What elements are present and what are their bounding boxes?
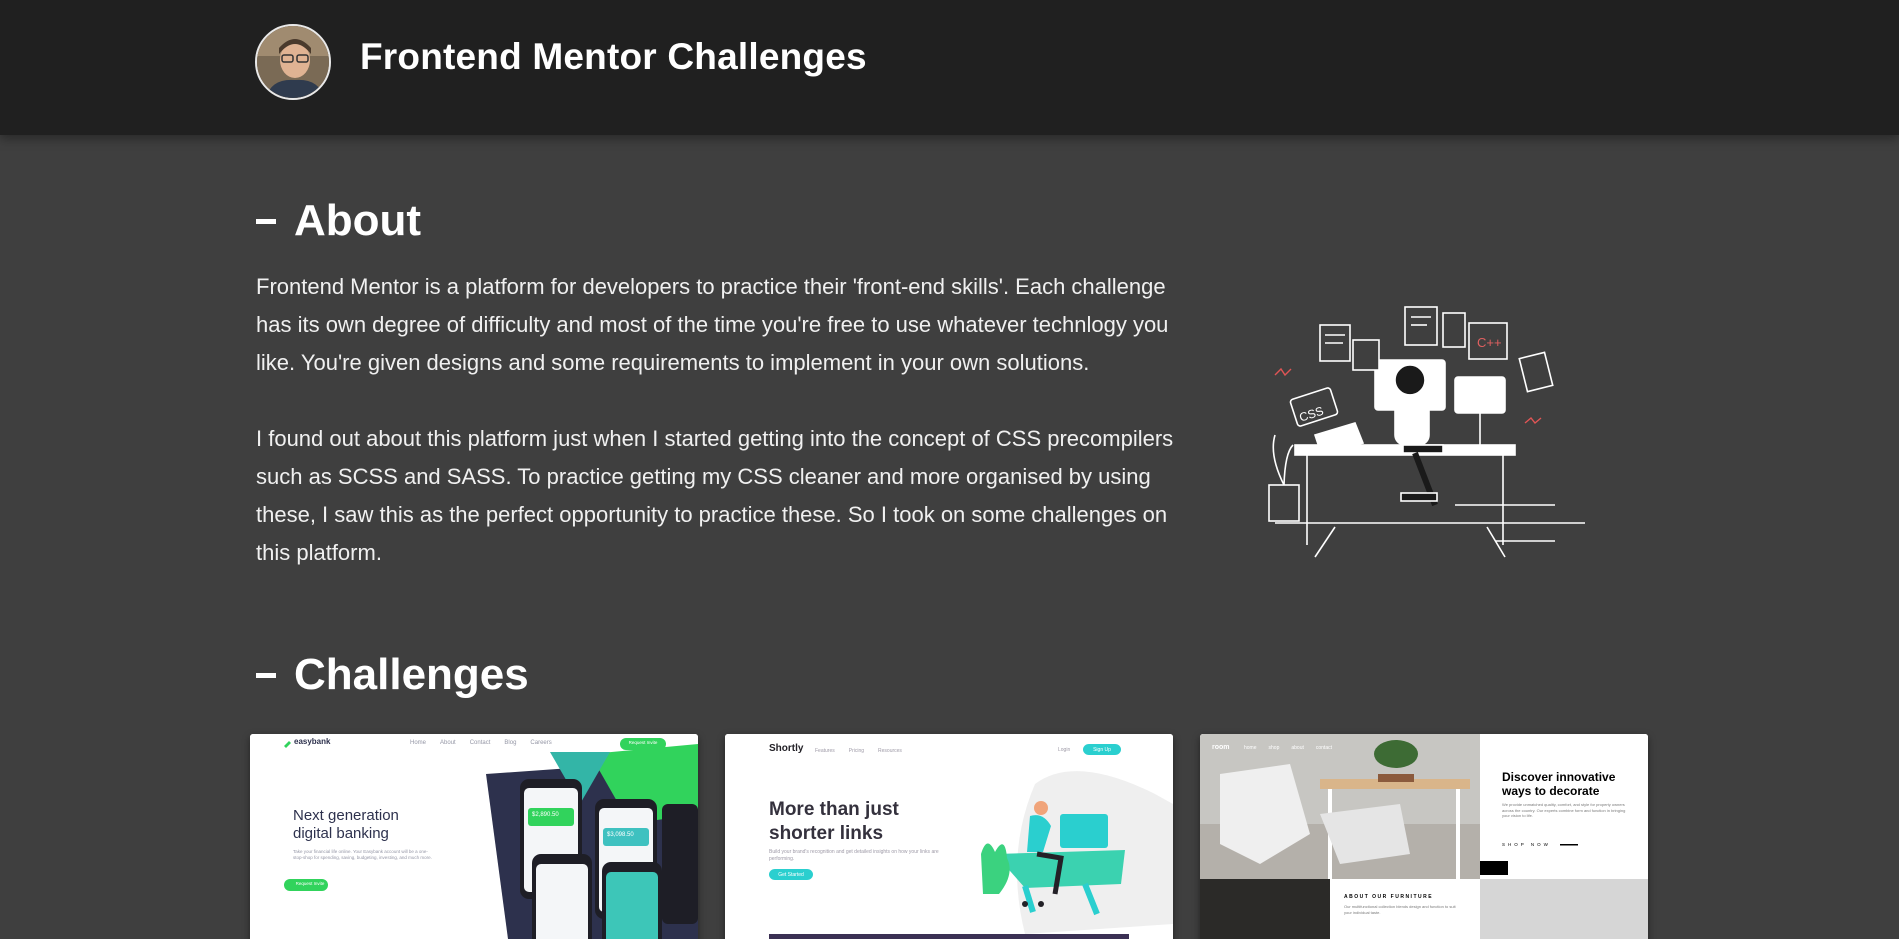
profile-photo-icon bbox=[257, 26, 329, 98]
laptop-label: CSS bbox=[1298, 404, 1326, 425]
about-paragraph-1: Frontend Mentor is a platform for develo… bbox=[256, 274, 1169, 375]
shortly-brand: Shortly bbox=[769, 743, 804, 754]
sheet-label: C++ bbox=[1477, 335, 1502, 350]
shortly-signup-button[interactable]: Sign Up bbox=[1083, 747, 1121, 753]
challenge-card-shortly[interactable]: Shortly Features Pricing Resources Login… bbox=[725, 734, 1173, 939]
easybank-request-button[interactable]: Request Invite bbox=[290, 881, 330, 886]
room-section-body: Our multifunctional collection blends de… bbox=[1344, 904, 1456, 915]
easybank-brand: easybank bbox=[294, 737, 331, 746]
room-nav-item[interactable]: home bbox=[1244, 745, 1257, 751]
easybank-headline-line2: digital banking bbox=[293, 825, 389, 842]
developer-illustration: CSS C++ bbox=[1268, 306, 1585, 558]
challenge-cards: easybank Home About Contact Blog Careers… bbox=[250, 734, 1650, 939]
about-paragraph-2: I found out about this platform just whe… bbox=[256, 426, 1174, 565]
room-nav-item[interactable]: shop bbox=[1269, 745, 1280, 751]
shortly-nav-item[interactable]: Resources bbox=[878, 748, 902, 754]
easybank-nav-item[interactable]: Careers bbox=[530, 740, 551, 746]
challenges-heading: Challenges bbox=[256, 650, 529, 700]
room-nav-item[interactable]: contact bbox=[1316, 745, 1332, 751]
room-shop-now-link[interactable]: SHOP NOW bbox=[1502, 842, 1551, 847]
room-headline: Discover innovative ways to decorate bbox=[1502, 770, 1615, 798]
shortly-headline-line1: More than just bbox=[769, 799, 899, 820]
easybank-amount-2: $3,098.50 bbox=[607, 832, 634, 838]
shortly-get-started-button[interactable]: Get Started bbox=[769, 872, 813, 878]
shortly-headline: More than just shorter links bbox=[769, 798, 899, 846]
heading-dash bbox=[256, 672, 276, 678]
easybank-nav-item[interactable]: About bbox=[440, 740, 456, 746]
top-bar: Frontend Mentor Challenges bbox=[0, 0, 1899, 135]
shortly-body: Build your brand's recognition and get d… bbox=[769, 849, 939, 862]
room-headline-line2: ways to decorate bbox=[1502, 784, 1600, 798]
room-section-title: ABOUT OUR FURNITURE bbox=[1344, 894, 1434, 900]
room-nav-item[interactable]: about bbox=[1291, 745, 1304, 751]
easybank-body: Take your financial life online. Your Ea… bbox=[293, 849, 432, 860]
room-headline-line1: Discover innovative bbox=[1502, 770, 1616, 784]
room-nav: home shop about contact bbox=[1244, 745, 1332, 751]
room-brand: room bbox=[1212, 744, 1230, 751]
easybank-nav-item[interactable]: Home bbox=[410, 740, 426, 746]
shortly-login-link[interactable]: Login bbox=[1058, 747, 1070, 753]
heading-dash bbox=[256, 218, 276, 224]
challenge-card-easybank[interactable]: easybank Home About Contact Blog Careers… bbox=[250, 734, 698, 939]
shortly-nav-item[interactable]: Pricing bbox=[849, 748, 864, 754]
challenges-heading-text: Challenges bbox=[294, 650, 529, 699]
room-body: We provide unmatched quality, comfort, a… bbox=[1502, 802, 1626, 818]
easybank-headline-line1: Next generation bbox=[293, 807, 399, 824]
about-heading: About bbox=[256, 196, 421, 246]
about-text: Frontend Mentor is a platform for develo… bbox=[256, 268, 1176, 572]
shortly-nav: Features Pricing Resources bbox=[815, 748, 902, 754]
easybank-nav-item[interactable]: Contact bbox=[470, 740, 491, 746]
easybank-amount-1: $2,890.50 bbox=[532, 812, 559, 818]
avatar[interactable] bbox=[255, 24, 331, 100]
shortly-nav-item[interactable]: Features bbox=[815, 748, 835, 754]
easybank-nav: Home About Contact Blog Careers bbox=[410, 740, 552, 746]
site-title: Frontend Mentor Challenges bbox=[360, 36, 867, 77]
about-heading-text: About bbox=[294, 196, 422, 245]
easybank-nav-item[interactable]: Blog bbox=[504, 740, 516, 746]
challenge-card-room[interactable]: room home shop about contact Discover in… bbox=[1200, 734, 1648, 939]
easybank-cta-button[interactable]: Request Invite bbox=[622, 740, 664, 745]
easybank-headline: Next generation digital banking bbox=[293, 807, 399, 843]
shortly-headline-line2: shorter links bbox=[769, 823, 884, 844]
